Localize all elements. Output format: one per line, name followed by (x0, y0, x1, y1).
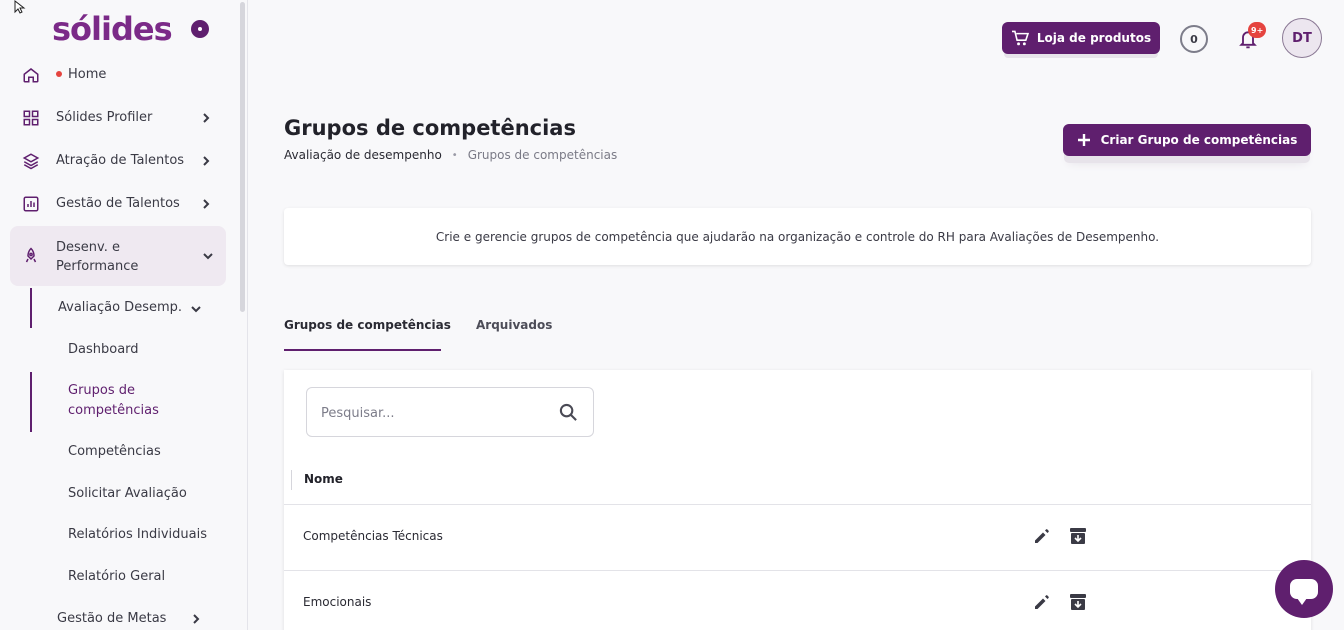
page-title: Grupos de competências (284, 116, 576, 140)
sidebar-item-solides-profiler[interactable]: Sólides Profiler (10, 105, 226, 131)
cart-icon (1011, 30, 1029, 46)
chevron-right-icon[interactable] (190, 613, 202, 625)
grid-icon (23, 110, 39, 126)
sidebar-scrollbar[interactable] (240, 2, 245, 312)
breadcrumb-current: Grupos de competências (467, 148, 618, 162)
search-icon[interactable] (559, 403, 578, 422)
tab-arquivados[interactable]: Arquivados (476, 318, 552, 332)
row-divider (284, 570, 1311, 571)
row-divider (284, 504, 1311, 505)
search-input[interactable] (321, 402, 541, 424)
breadcrumb-separator: • (451, 149, 458, 161)
coin-counter[interactable]: 0 (1180, 25, 1208, 53)
breadcrumb: Avaliação de desempenho • Grupos de comp… (284, 148, 617, 162)
archive-icon[interactable] (1068, 592, 1088, 612)
table-row-name: Competências Técnicas (303, 529, 443, 543)
bar-chart-icon (23, 196, 39, 212)
chevron-right-icon (203, 199, 210, 209)
breadcrumb-item[interactable]: Avaliação de desempenho (284, 148, 442, 162)
sidebar-item-label: Desenv. e Performance (56, 240, 139, 274)
active-submenu-indicator (30, 372, 32, 432)
logo-toggle-icon[interactable] (191, 20, 209, 38)
submenu-solicitar-avaliacao[interactable]: Solicitar Avaliação (68, 484, 187, 504)
mouse-cursor-icon (14, 0, 26, 14)
column-divider (291, 470, 292, 490)
create-group-label: Criar Grupo de competências (1100, 133, 1298, 147)
sidebar-item-home[interactable]: Home (10, 62, 226, 88)
chevron-down-icon[interactable] (190, 303, 202, 315)
create-group-button[interactable]: Criar Grupo de competências (1063, 124, 1311, 156)
submenu-avaliacao-desemp[interactable]: Avaliação Desemp. (58, 298, 182, 318)
tab-active-underline (284, 349, 441, 351)
archive-icon[interactable] (1068, 526, 1088, 546)
sidebar-item-desenv-performance[interactable]: Desenv. e Performance (10, 226, 226, 286)
submenu-competencias[interactable]: Competências (68, 442, 161, 462)
info-text: Crie e gerencie grupos de competência qu… (435, 229, 1160, 244)
edit-icon[interactable] (1032, 526, 1052, 546)
notification-badge: 9+ (1248, 22, 1267, 38)
plus-icon (1077, 134, 1090, 146)
submenu-gestao-metas[interactable]: Gestão de Metas (57, 609, 166, 629)
rocket-icon (25, 247, 37, 263)
avatar[interactable]: DT (1282, 18, 1322, 58)
sidebar-item-atracao-talentos[interactable]: Atração de Talentos (10, 148, 226, 174)
submenu-relatorios-individuais[interactable]: Relatórios Individuais (68, 525, 207, 545)
shop-button[interactable]: Loja de produtos (1002, 22, 1160, 54)
sidebar-item-label: Sólides Profiler (56, 110, 153, 125)
info-card: Crie e gerencie grupos de competência qu… (284, 208, 1311, 265)
chevron-right-icon (203, 156, 210, 166)
sidebar: sólides Home Sólides Profiler Atração de… (0, 0, 248, 630)
shop-button-label: Loja de produtos (1036, 31, 1152, 45)
chevron-right-icon (203, 113, 210, 123)
sidebar-item-label: Atração de Talentos (56, 153, 185, 168)
column-header-nome[interactable]: Nome (304, 472, 343, 486)
submenu-relatorio-geral[interactable]: Relatório Geral (68, 567, 165, 587)
table-row-name: Emocionais (303, 595, 372, 609)
layers-icon (22, 153, 40, 170)
notification-dot (56, 70, 62, 77)
solides-logo[interactable]: sólides (52, 10, 173, 48)
submenu-dashboard[interactable]: Dashboard (68, 340, 139, 360)
sidebar-item-gestao-talentos[interactable]: Gestão de Talentos (10, 191, 226, 217)
submenu-indicator (30, 288, 32, 328)
home-icon (23, 68, 39, 83)
sidebar-item-label: Gestão de Talentos (56, 196, 180, 211)
sidebar-item-label: Home (56, 67, 106, 82)
chat-icon (1290, 579, 1318, 605)
tab-grupos-competencias[interactable]: Grupos de competências (284, 318, 451, 332)
chevron-down-icon (203, 253, 213, 260)
chat-support-button[interactable] (1275, 560, 1333, 618)
search-box (306, 387, 594, 437)
submenu-grupos-competencias[interactable]: Grupos de competências (68, 381, 159, 421)
groups-table: Nome Competências Técnicas Emocionais (284, 370, 1311, 630)
edit-icon[interactable] (1032, 592, 1052, 612)
